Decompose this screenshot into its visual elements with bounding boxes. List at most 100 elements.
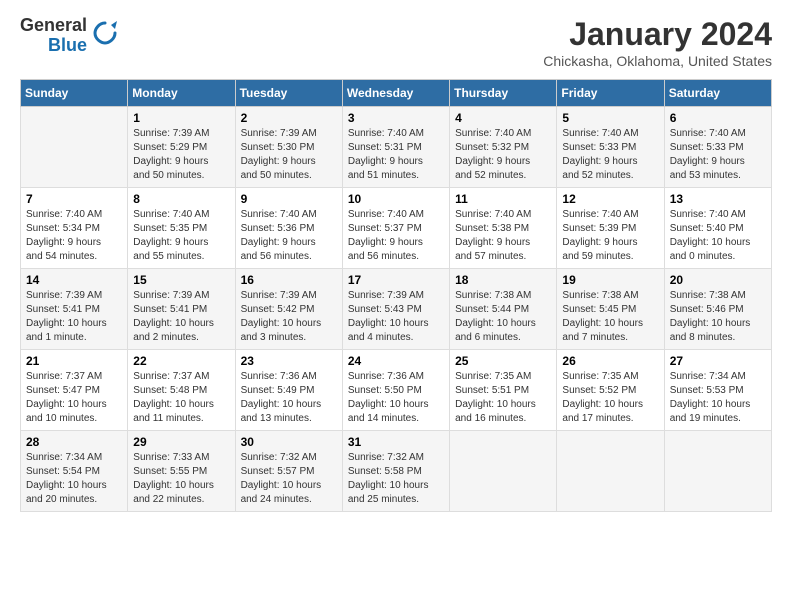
day-info: Sunrise: 7:39 AMSunset: 5:42 PMDaylight:… bbox=[241, 289, 337, 345]
header-tuesday: Tuesday bbox=[235, 80, 342, 107]
calendar-body: 1 Sunrise: 7:39 AMSunset: 5:29 PMDaylight… bbox=[21, 107, 772, 512]
calendar-cell bbox=[557, 431, 664, 512]
calendar-cell bbox=[450, 431, 557, 512]
day-number: 3 bbox=[348, 111, 444, 125]
day-number: 10 bbox=[348, 192, 444, 206]
day-info: Sunrise: 7:36 AMSunset: 5:50 PMDaylight:… bbox=[348, 370, 444, 426]
day-number: 26 bbox=[562, 354, 658, 368]
logo-blue-text: Blue bbox=[48, 36, 87, 56]
header-friday: Friday bbox=[557, 80, 664, 107]
logo: General Blue bbox=[20, 16, 119, 56]
calendar-cell: 2Sunrise: 7:39 AMSunset: 5:30 PMDaylight… bbox=[235, 107, 342, 188]
day-number: 12 bbox=[562, 192, 658, 206]
day-number: 18 bbox=[455, 273, 551, 287]
day-number: 19 bbox=[562, 273, 658, 287]
day-number: 20 bbox=[670, 273, 766, 287]
day-number: 9 bbox=[241, 192, 337, 206]
day-info: Sunrise: 7:35 AMSunset: 5:52 PMDaylight:… bbox=[562, 370, 658, 426]
day-info: Sunrise: 7:40 AMSunset: 5:39 PMDaylight:… bbox=[562, 208, 658, 264]
calendar-cell: 16 Sunrise: 7:39 AMSunset: 5:42 PMDayligh… bbox=[235, 269, 342, 350]
day-number: 25 bbox=[455, 354, 551, 368]
day-info: Sunrise: 7:32 AMSunset: 5:57 PMDaylight:… bbox=[241, 451, 337, 507]
day-number: 6 bbox=[670, 111, 766, 125]
header-saturday: Saturday bbox=[664, 80, 771, 107]
calendar-cell: 17 Sunrise: 7:39 AMSunset: 5:43 PMDayligh… bbox=[342, 269, 449, 350]
calendar-cell: 3 Sunrise: 7:40 AMSunset: 5:31 PMDaylight… bbox=[342, 107, 449, 188]
day-info: Sunrise: 7:39 AMSunset: 5:41 PMDaylight:… bbox=[26, 289, 122, 345]
day-number: 13 bbox=[670, 192, 766, 206]
calendar-cell: 31Sunrise: 7:32 AMSunset: 5:58 PMDayligh… bbox=[342, 431, 449, 512]
calendar-cell: 29 Sunrise: 7:33 AMSunset: 5:55 PMDayligh… bbox=[128, 431, 235, 512]
day-info: Sunrise: 7:39 AMSunset: 5:29 PMDaylight:… bbox=[133, 127, 229, 183]
day-info: Sunrise: 7:40 AMSunset: 5:37 PMDaylight:… bbox=[348, 208, 444, 264]
day-number: 1 bbox=[133, 111, 229, 125]
day-number: 28 bbox=[26, 435, 122, 449]
calendar-cell: 23 Sunrise: 7:36 AMSunset: 5:49 PMDayligh… bbox=[235, 350, 342, 431]
day-info: Sunrise: 7:40 AMSunset: 5:40 PMDaylight:… bbox=[670, 208, 766, 264]
day-info: Sunrise: 7:36 AMSunset: 5:49 PMDaylight:… bbox=[241, 370, 337, 426]
day-number: 4 bbox=[455, 111, 551, 125]
day-info: Sunrise: 7:38 AMSunset: 5:44 PMDaylight:… bbox=[455, 289, 551, 345]
calendar-cell: 13 Sunrise: 7:40 AMSunset: 5:40 PMDayligh… bbox=[664, 188, 771, 269]
calendar-week-row: 1 Sunrise: 7:39 AMSunset: 5:29 PMDaylight… bbox=[21, 107, 772, 188]
calendar-cell: 24 Sunrise: 7:36 AMSunset: 5:50 PMDayligh… bbox=[342, 350, 449, 431]
calendar-cell: 6Sunrise: 7:40 AMSunset: 5:33 PMDaylight… bbox=[664, 107, 771, 188]
day-number: 23 bbox=[241, 354, 337, 368]
calendar-cell: 4 Sunrise: 7:40 AMSunset: 5:32 PMDaylight… bbox=[450, 107, 557, 188]
calendar-header-row: SundayMondayTuesdayWednesdayThursdayFrid… bbox=[21, 80, 772, 107]
calendar-cell: 14 Sunrise: 7:39 AMSunset: 5:41 PMDayligh… bbox=[21, 269, 128, 350]
day-info: Sunrise: 7:39 AMSunset: 5:41 PMDaylight:… bbox=[133, 289, 229, 345]
day-number: 24 bbox=[348, 354, 444, 368]
day-number: 7 bbox=[26, 192, 122, 206]
calendar-cell: 7 Sunrise: 7:40 AMSunset: 5:34 PMDaylight… bbox=[21, 188, 128, 269]
month-title: January 2024 bbox=[543, 16, 772, 53]
day-info: Sunrise: 7:39 AMSunset: 5:30 PMDaylight:… bbox=[241, 127, 337, 183]
page-header: General Blue January 2024 Chickasha, Okl… bbox=[20, 16, 772, 69]
logo-icon bbox=[91, 19, 119, 52]
day-info: Sunrise: 7:39 AMSunset: 5:43 PMDaylight:… bbox=[348, 289, 444, 345]
calendar-cell: 9Sunrise: 7:40 AMSunset: 5:36 PMDaylight… bbox=[235, 188, 342, 269]
calendar-week-row: 7 Sunrise: 7:40 AMSunset: 5:34 PMDaylight… bbox=[21, 188, 772, 269]
calendar-cell: 22Sunrise: 7:37 AMSunset: 5:48 PMDayligh… bbox=[128, 350, 235, 431]
day-info: Sunrise: 7:40 AMSunset: 5:31 PMDaylight:… bbox=[348, 127, 444, 183]
calendar-cell: 8 Sunrise: 7:40 AMSunset: 5:35 PMDaylight… bbox=[128, 188, 235, 269]
calendar-cell: 27Sunrise: 7:34 AMSunset: 5:53 PMDayligh… bbox=[664, 350, 771, 431]
calendar-cell bbox=[21, 107, 128, 188]
day-number: 14 bbox=[26, 273, 122, 287]
day-info: Sunrise: 7:34 AMSunset: 5:54 PMDaylight:… bbox=[26, 451, 122, 507]
calendar-cell: 11Sunrise: 7:40 AMSunset: 5:38 PMDayligh… bbox=[450, 188, 557, 269]
day-info: Sunrise: 7:37 AMSunset: 5:47 PMDaylight:… bbox=[26, 370, 122, 426]
day-info: Sunrise: 7:38 AMSunset: 5:46 PMDaylight:… bbox=[670, 289, 766, 345]
calendar-week-row: 14 Sunrise: 7:39 AMSunset: 5:41 PMDayligh… bbox=[21, 269, 772, 350]
header-sunday: Sunday bbox=[21, 80, 128, 107]
header-thursday: Thursday bbox=[450, 80, 557, 107]
header-wednesday: Wednesday bbox=[342, 80, 449, 107]
day-info: Sunrise: 7:40 AMSunset: 5:34 PMDaylight:… bbox=[26, 208, 122, 264]
calendar-cell: 5Sunrise: 7:40 AMSunset: 5:33 PMDaylight… bbox=[557, 107, 664, 188]
day-number: 8 bbox=[133, 192, 229, 206]
calendar-cell: 26 Sunrise: 7:35 AMSunset: 5:52 PMDayligh… bbox=[557, 350, 664, 431]
calendar-cell: 30 Sunrise: 7:32 AMSunset: 5:57 PMDayligh… bbox=[235, 431, 342, 512]
day-info: Sunrise: 7:40 AMSunset: 5:35 PMDaylight:… bbox=[133, 208, 229, 264]
day-number: 30 bbox=[241, 435, 337, 449]
day-info: Sunrise: 7:34 AMSunset: 5:53 PMDaylight:… bbox=[670, 370, 766, 426]
day-number: 17 bbox=[348, 273, 444, 287]
calendar-week-row: 21 Sunrise: 7:37 AMSunset: 5:47 PMDayligh… bbox=[21, 350, 772, 431]
calendar-table: SundayMondayTuesdayWednesdayThursdayFrid… bbox=[20, 79, 772, 512]
day-info: Sunrise: 7:35 AMSunset: 5:51 PMDaylight:… bbox=[455, 370, 551, 426]
day-number: 21 bbox=[26, 354, 122, 368]
day-number: 16 bbox=[241, 273, 337, 287]
calendar-cell: 25 Sunrise: 7:35 AMSunset: 5:51 PMDayligh… bbox=[450, 350, 557, 431]
calendar-cell: 19Sunrise: 7:38 AMSunset: 5:45 PMDayligh… bbox=[557, 269, 664, 350]
day-info: Sunrise: 7:33 AMSunset: 5:55 PMDaylight:… bbox=[133, 451, 229, 507]
calendar-cell: 21 Sunrise: 7:37 AMSunset: 5:47 PMDayligh… bbox=[21, 350, 128, 431]
day-number: 11 bbox=[455, 192, 551, 206]
title-block: January 2024 Chickasha, Oklahoma, United… bbox=[543, 16, 772, 69]
day-info: Sunrise: 7:40 AMSunset: 5:32 PMDaylight:… bbox=[455, 127, 551, 183]
day-info: Sunrise: 7:40 AMSunset: 5:33 PMDaylight:… bbox=[562, 127, 658, 183]
calendar-cell: 1 Sunrise: 7:39 AMSunset: 5:29 PMDaylight… bbox=[128, 107, 235, 188]
day-number: 29 bbox=[133, 435, 229, 449]
calendar-cell bbox=[664, 431, 771, 512]
calendar-cell: 20 Sunrise: 7:38 AMSunset: 5:46 PMDayligh… bbox=[664, 269, 771, 350]
location-text: Chickasha, Oklahoma, United States bbox=[543, 53, 772, 69]
